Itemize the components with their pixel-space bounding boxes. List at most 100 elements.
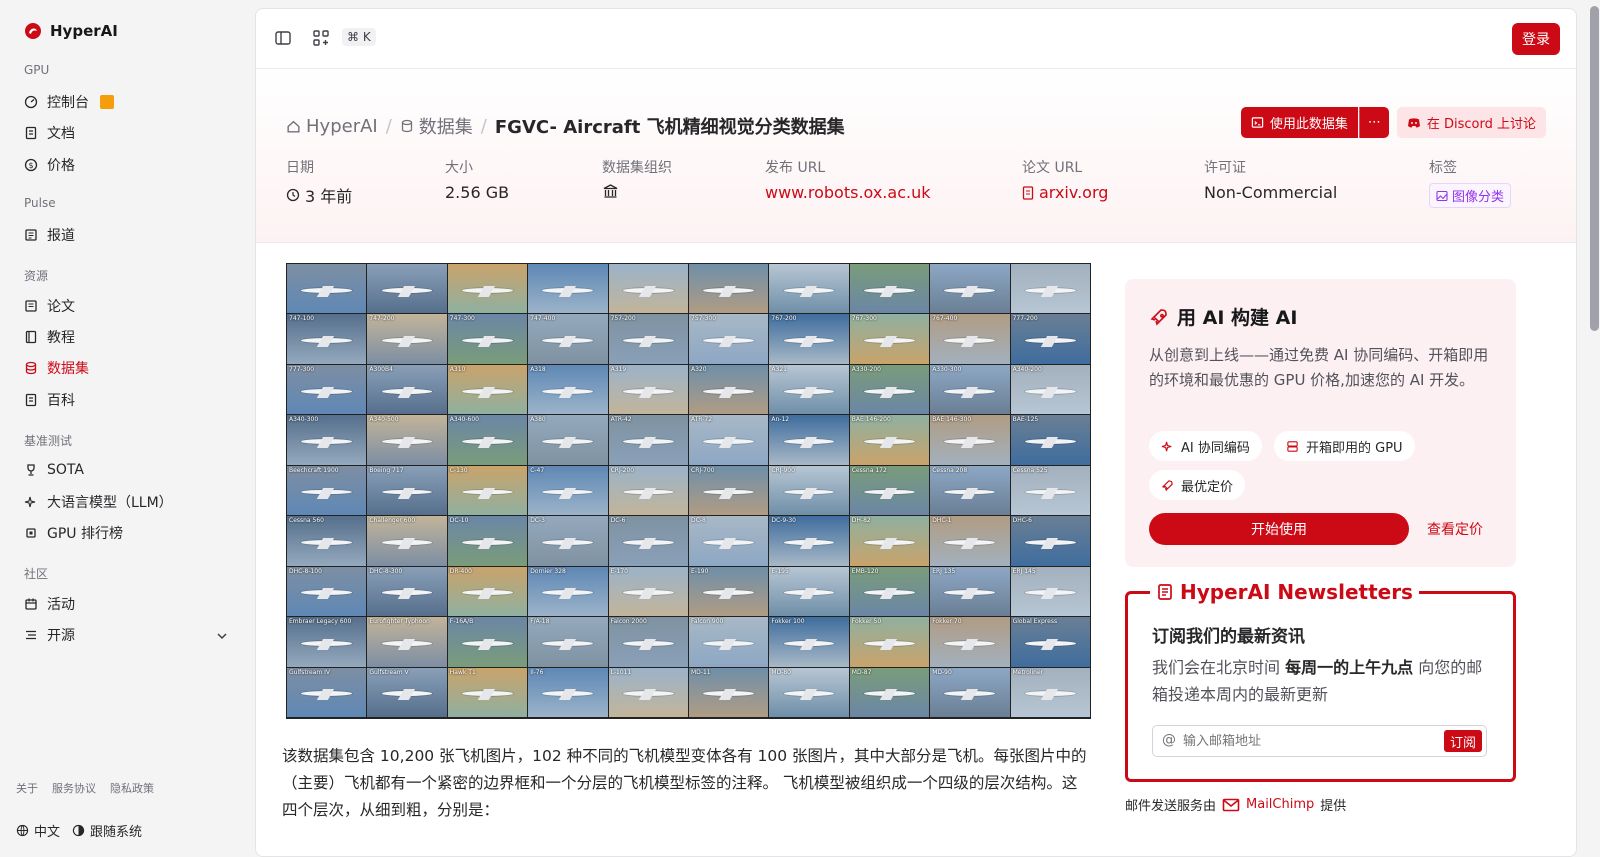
- more-options-button[interactable]: ⋯: [1358, 107, 1389, 138]
- preview-tile: A300B4: [367, 364, 447, 415]
- chevron-down-icon[interactable]: [215, 629, 229, 643]
- mail-credit: 邮件发送服务由 MailChimp 提供: [1125, 795, 1346, 814]
- rocket-icon: [1161, 479, 1173, 491]
- sparkles-icon: [1161, 441, 1172, 451]
- preview-tile-label: E-190: [691, 567, 709, 575]
- apps-grid-icon[interactable]: [312, 29, 330, 47]
- preview-tile-label: Gulfstream V: [369, 668, 409, 676]
- preview-tile-label: E-170: [610, 567, 629, 575]
- dataset-header: HyperAI / 数据集 / FGVC- Aircraft 飞机精细视觉分类数…: [256, 69, 1576, 243]
- sidebar-item-gpu-leaderboard[interactable]: GPU 排行榜: [24, 523, 123, 543]
- preview-tile: [769, 264, 849, 314]
- chip-ai-coding[interactable]: AI 协同编码: [1149, 431, 1262, 461]
- preview-tile: F/A-18: [528, 617, 608, 667]
- footer-link-about[interactable]: 关于: [16, 780, 38, 796]
- preview-tile: DC-10: [447, 516, 528, 566]
- preview-tile: Beechcraft 1900: [287, 465, 367, 516]
- chip-label: AI 协同编码: [1181, 440, 1250, 456]
- section-title-pulse: Pulse: [24, 196, 56, 210]
- page-scrollbar[interactable]: [1590, 6, 1599, 331]
- sidebar-item-label: 数据集: [47, 361, 89, 377]
- preview-tile: E-195: [769, 566, 849, 617]
- sidebar-item-open-source[interactable]: 开源: [24, 625, 75, 645]
- brand[interactable]: HyperAI: [24, 22, 118, 40]
- preview-tile: DC-3: [528, 516, 608, 566]
- email-input[interactable]: [1183, 731, 1433, 751]
- discord-discuss-button[interactable]: 在 Discord 上讨论: [1396, 107, 1546, 138]
- preview-tile: [367, 264, 447, 314]
- sidebar-item-events[interactable]: 活动: [24, 594, 75, 614]
- sidebar-item-llm[interactable]: 大语言模型（LLM）: [24, 492, 173, 512]
- preview-tile-label: 767-300: [851, 315, 877, 323]
- footer-link-privacy[interactable]: 隐私政策: [110, 780, 154, 796]
- preview-tile: 767-200: [769, 314, 849, 364]
- tag-image-classification[interactable]: 图像分类: [1429, 183, 1512, 208]
- preview-tile-label: DC-9-30: [771, 517, 796, 525]
- get-started-button[interactable]: 开始使用: [1149, 513, 1409, 545]
- sidebar-item-datasets[interactable]: 数据集: [24, 358, 89, 378]
- footer-link-terms[interactable]: 服务协议: [52, 780, 96, 796]
- preview-tile: Metroliner: [1010, 667, 1090, 717]
- dollar-icon: $: [24, 158, 38, 172]
- preview-tile: Fokker 70: [930, 617, 1010, 667]
- preview-tile: A321: [769, 364, 849, 415]
- preview-tile: ATR-72: [689, 415, 769, 465]
- preview-tile-label: MD-80: [771, 668, 791, 676]
- preview-tile-label: EMB-120: [851, 567, 879, 575]
- paper-url-label: arxiv.org: [1039, 183, 1109, 202]
- view-pricing-link[interactable]: 查看定价: [1427, 519, 1483, 539]
- sidebar-item-news[interactable]: 报道: [24, 225, 75, 245]
- meta-org: 数据集组织: [602, 157, 672, 199]
- preview-tile: Boeing 717: [367, 465, 447, 516]
- preview-tile: MD-90: [930, 667, 1010, 717]
- preview-tile: 747-300: [447, 314, 528, 364]
- preview-tile: 747-100: [287, 314, 367, 364]
- sidebar-item-pricing[interactable]: $ 价格: [24, 155, 75, 175]
- section-title-community: 社区: [24, 567, 49, 581]
- preview-tile-label: F/A-18: [530, 618, 550, 626]
- preview-tile: 757-300: [689, 314, 769, 364]
- language-switch[interactable]: 中文: [16, 821, 60, 840]
- subscribe-button[interactable]: 订阅: [1443, 730, 1482, 752]
- use-dataset-button[interactable]: 使用此数据集: [1240, 107, 1358, 138]
- login-button[interactable]: 登录: [1512, 23, 1560, 55]
- breadcrumb-separator: /: [385, 115, 392, 137]
- preview-tile: Gulfstream V: [367, 667, 447, 717]
- preview-tile-label: A340-500: [369, 416, 399, 424]
- sidebar-item-tutorials[interactable]: 教程: [24, 327, 75, 347]
- preview-tile: [849, 264, 930, 314]
- breadcrumb-datasets[interactable]: 数据集: [400, 113, 473, 139]
- preview-tile-label: Hawk T1: [449, 668, 476, 676]
- breadcrumb-home[interactable]: HyperAI: [286, 116, 378, 137]
- preview-tile-label: A340-600: [449, 416, 479, 424]
- sidebar-item-docs[interactable]: 文档: [24, 123, 75, 143]
- meta-tags-label: 标签: [1429, 160, 1457, 176]
- theme-switch[interactable]: 跟随系统: [72, 821, 142, 840]
- paper-url-link[interactable]: arxiv.org: [1022, 183, 1108, 202]
- sidebar-toggle-icon[interactable]: [274, 29, 292, 47]
- preview-tile-label: L-1011: [610, 668, 632, 676]
- rocket-icon: [1150, 308, 1167, 325]
- preview-tile: A330-200: [849, 364, 930, 415]
- sidebar-item-wiki[interactable]: 百科: [24, 390, 75, 410]
- sidebar-item-console[interactable]: 控制台: [24, 92, 114, 112]
- preview-tile-label: A340-200: [1012, 365, 1042, 373]
- footer-links: 关于 服务协议 隐私政策: [16, 780, 154, 796]
- sidebar-item-papers[interactable]: 论文: [24, 296, 75, 316]
- preview-tile-label: Fokker 100: [771, 618, 805, 626]
- mailchimp-link[interactable]: MailChimp: [1246, 797, 1314, 812]
- command-shortcut[interactable]: ⌘ K: [342, 28, 376, 46]
- institution-icon: [603, 184, 618, 198]
- preview-tile: A318: [528, 364, 608, 415]
- release-url-link[interactable]: www.robots.ox.ac.uk: [765, 183, 930, 202]
- chip-best-price[interactable]: 最优定价: [1149, 470, 1246, 500]
- preview-tile-label: DHC-1: [932, 517, 952, 525]
- preview-tile-label: A340-300: [289, 416, 319, 424]
- preview-tile-label: Fokker 50: [851, 618, 882, 626]
- sidebar-item-sota[interactable]: SOTA: [24, 460, 84, 480]
- preview-tile-label: A380: [530, 416, 546, 424]
- preview-tile: A320: [689, 364, 769, 415]
- chip-ready-gpu[interactable]: 开箱即用的 GPU: [1274, 431, 1415, 461]
- preview-tile: L-1011: [608, 667, 688, 717]
- preview-tile: A380: [528, 415, 608, 465]
